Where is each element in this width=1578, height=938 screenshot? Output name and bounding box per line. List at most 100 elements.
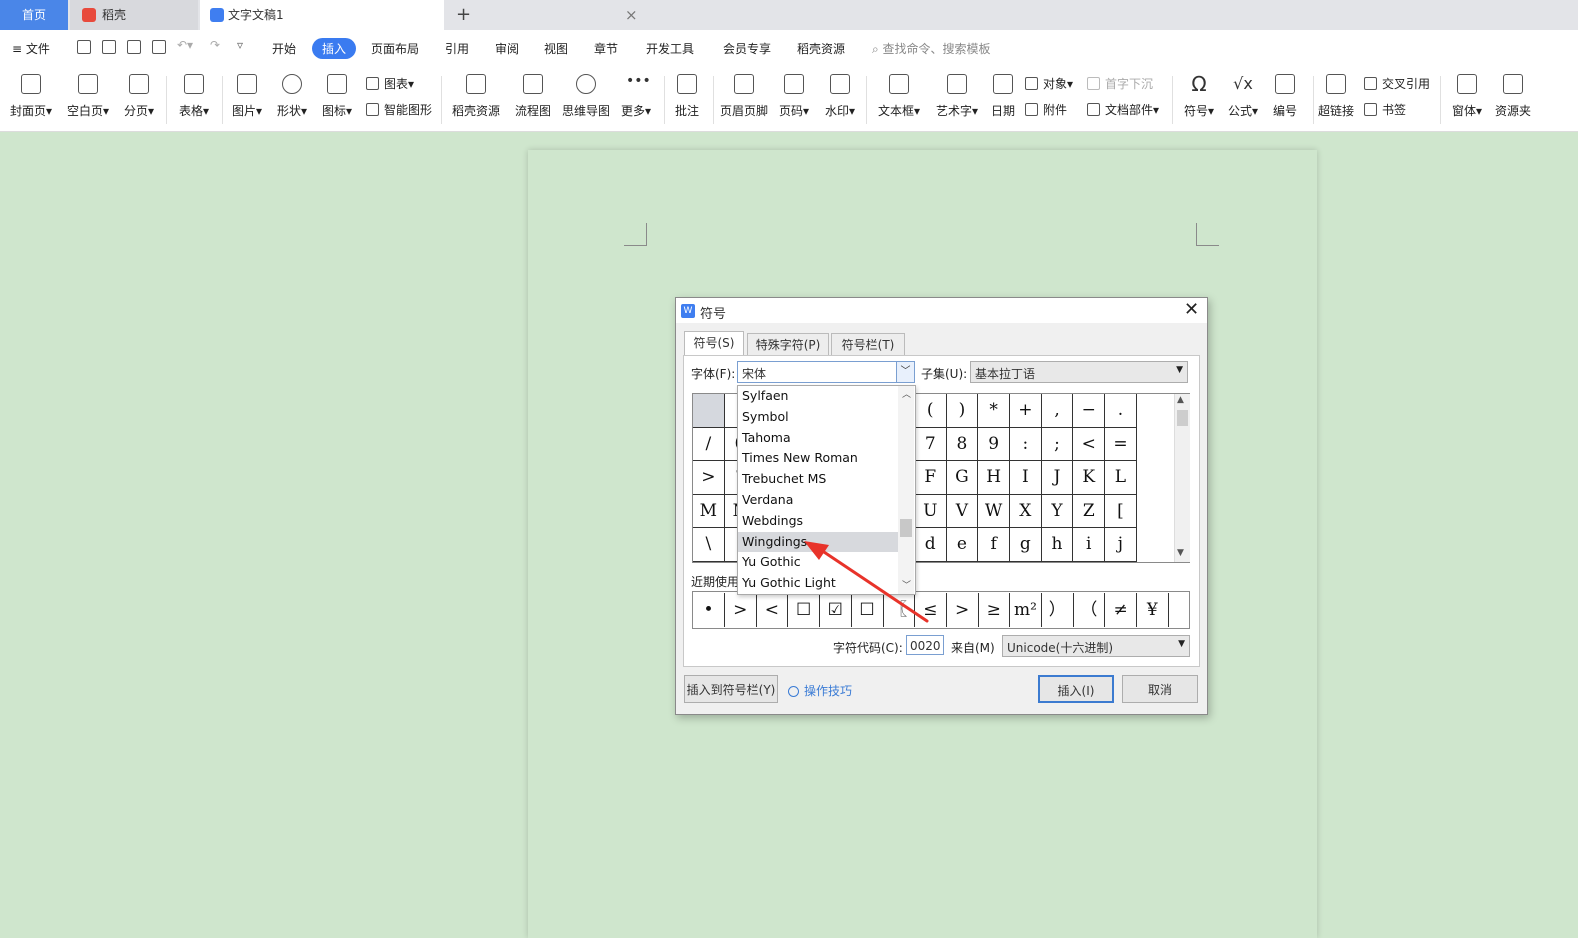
tab-daoke[interactable]: 稻壳	[70, 0, 198, 30]
save-icon[interactable]	[77, 40, 91, 54]
insert-to-symbol-bar-button[interactable]: 插入到符号栏(Y)	[684, 675, 778, 703]
font-list-item[interactable]: Wingdings	[738, 531, 898, 552]
symbol-cell[interactable]	[693, 394, 725, 428]
scroll-up-icon[interactable]: ︿	[902, 387, 911, 400]
document-parts-button[interactable]: 文档部件▾	[1087, 101, 1159, 118]
comment-button[interactable]: 批注	[658, 72, 716, 128]
recent-symbol-cell[interactable]: >	[725, 593, 757, 627]
resource-folder-button[interactable]: 资源夹	[1484, 72, 1542, 128]
symbol-cell[interactable]: 9	[978, 427, 1010, 462]
symbol-cell[interactable]: V	[946, 494, 979, 529]
menu-developer[interactable]: 开发工具	[646, 40, 694, 57]
scroll-thumb[interactable]	[1177, 410, 1188, 426]
font-list-item[interactable]: Webdings	[738, 511, 898, 531]
cancel-button[interactable]: 取消	[1122, 675, 1198, 703]
symbol-cell[interactable]: ,	[1041, 394, 1074, 428]
menu-review[interactable]: 审阅	[495, 40, 519, 57]
scroll-down-icon[interactable]: ﹀	[902, 578, 911, 591]
hyperlink-button[interactable]: 超链接	[1307, 72, 1365, 128]
font-list-item[interactable]: Yu Gothic	[738, 552, 898, 572]
attachment-button[interactable]: 附件	[1025, 101, 1067, 118]
symbol-cell[interactable]: *	[978, 394, 1010, 428]
export-pdf-icon[interactable]	[102, 40, 116, 54]
font-list-item[interactable]: Tahoma	[738, 428, 898, 448]
symbol-cell[interactable]: e	[946, 528, 979, 562]
symbol-cell[interactable]: L	[1105, 461, 1137, 495]
symbol-cell[interactable]: −	[1073, 394, 1106, 428]
recent-symbol-cell[interactable]: ¥	[1137, 593, 1169, 627]
recent-symbol-cell[interactable]: （	[1073, 593, 1106, 627]
symbol-cell[interactable]: f	[978, 528, 1010, 562]
redo-icon[interactable]: ↷	[210, 38, 220, 52]
drop-cap-button[interactable]: 首字下沉	[1087, 75, 1153, 92]
symbol-cell[interactable]: H	[978, 461, 1010, 495]
more-button[interactable]: ••• 更多▾	[607, 72, 665, 128]
font-list-item[interactable]: Sylfaen	[738, 386, 898, 406]
object-button[interactable]: 对象▾	[1025, 75, 1073, 92]
symbol-cell[interactable]: <	[1073, 427, 1106, 462]
date-button[interactable]: 日期	[974, 72, 1032, 128]
recent-symbol-cell[interactable]: <	[756, 593, 789, 627]
symbol-cell[interactable]: Z	[1073, 494, 1106, 529]
font-list-item[interactable]: Trebuchet MS	[738, 469, 898, 489]
cover-page-button[interactable]: 封面页▾	[2, 72, 60, 128]
tab-symbols[interactable]: 符号(S)	[684, 331, 744, 357]
symbol-cell[interactable]: \	[693, 528, 725, 562]
symbol-cell[interactable]: =	[1105, 427, 1137, 462]
insert-button[interactable]: 插入(I)	[1038, 675, 1114, 703]
menu-references[interactable]: 引用	[445, 40, 469, 57]
font-list-item[interactable]: Symbol	[738, 407, 898, 427]
subset-select[interactable]: 基本拉丁语 ▼	[970, 361, 1188, 383]
symbol-cell[interactable]: Y	[1041, 494, 1074, 529]
symbol-cell[interactable]: [	[1105, 494, 1137, 529]
watermark-button[interactable]: 水印▾	[811, 72, 869, 128]
symbol-cell[interactable]: )	[946, 394, 979, 428]
font-list-scrollbar[interactable]: ︿ ﹀	[898, 386, 914, 594]
font-combobox[interactable]: 宋体 ﹀	[737, 361, 915, 383]
symbol-cell[interactable]: J	[1041, 461, 1074, 495]
symbol-cell[interactable]: (	[914, 394, 947, 428]
flowchart-button[interactable]: 流程图	[504, 72, 562, 128]
menu-insert[interactable]: 插入	[312, 38, 357, 59]
symbol-cell[interactable]: .	[1105, 394, 1137, 428]
symbol-cell[interactable]: I	[1010, 461, 1042, 495]
tab-symbol-bar[interactable]: 符号栏(T)	[831, 333, 905, 357]
tab-home[interactable]: 首页	[0, 0, 68, 30]
font-list-item[interactable]: Yu Gothic Light	[738, 573, 898, 593]
recent-symbol-cell[interactable]: m²	[1010, 593, 1042, 627]
symbol-cell[interactable]: /	[693, 427, 725, 462]
symbol-cell[interactable]: 8	[946, 427, 979, 462]
symbol-cell[interactable]: X	[1010, 494, 1042, 529]
font-list-item[interactable]: Times New Roman	[738, 448, 898, 468]
dialog-titlebar[interactable]: W 符号 ✕	[676, 298, 1207, 323]
menu-daoke-resources[interactable]: 稻壳资源	[797, 40, 845, 57]
recent-symbol-cell[interactable]: ≤	[915, 593, 947, 627]
menu-member[interactable]: 会员专享	[723, 40, 771, 57]
undo-icon[interactable]: ↶▾	[177, 38, 193, 52]
symbol-cell[interactable]: 7	[914, 427, 947, 462]
tips-link[interactable]: 操作技巧	[788, 682, 852, 699]
new-tab-icon[interactable]: +	[456, 2, 471, 28]
scroll-thumb[interactable]	[900, 519, 912, 537]
symbol-cell[interactable]: F	[914, 461, 947, 495]
recent-symbol-cell[interactable]: •	[693, 593, 725, 627]
command-search[interactable]: ⌕ 查找命令、搜索模板	[872, 40, 991, 57]
recent-symbol-cell[interactable]: ≠	[1105, 593, 1138, 627]
file-menu[interactable]: ≡ 文件	[12, 40, 50, 57]
symbol-cell[interactable]: i	[1073, 528, 1106, 562]
symbol-cell[interactable]: h	[1041, 528, 1074, 562]
symbol-grid-scrollbar[interactable]: ▲ ▼	[1174, 394, 1190, 562]
symbol-cell[interactable]: j	[1105, 528, 1137, 562]
symbol-cell[interactable]: ;	[1041, 427, 1074, 462]
recent-symbol-cell[interactable]: ☐	[852, 593, 884, 627]
symbol-cell[interactable]: K	[1073, 461, 1106, 495]
symbol-cell[interactable]: U	[914, 494, 947, 529]
print-icon[interactable]	[127, 40, 141, 54]
tab-document[interactable]: 文字文稿1 ×	[200, 0, 638, 30]
numbering-button[interactable]: 编号	[1256, 72, 1314, 128]
chevron-down-icon[interactable]: ﹀	[896, 362, 914, 382]
char-code-input[interactable]: 0020	[906, 635, 944, 655]
menu-chapter[interactable]: 章节	[594, 40, 618, 57]
daoke-resource-button[interactable]: 稻壳资源	[447, 72, 505, 128]
cross-reference-button[interactable]: 交叉引用	[1364, 75, 1430, 92]
